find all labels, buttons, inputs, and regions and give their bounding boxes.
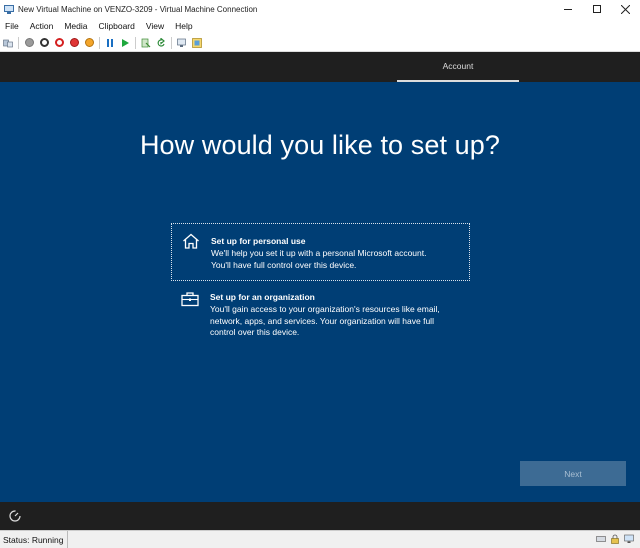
power-button[interactable] bbox=[69, 38, 79, 48]
toolbar bbox=[0, 34, 640, 52]
toolbar-separator bbox=[135, 36, 136, 49]
lock-icon bbox=[611, 534, 619, 544]
menu-media[interactable]: Media bbox=[64, 21, 87, 31]
ctrl-alt-del-button[interactable] bbox=[3, 38, 13, 48]
next-button[interactable]: Next bbox=[520, 461, 626, 486]
option-description: You'll gain access to your organization'… bbox=[210, 304, 465, 339]
option-description-line: We'll help you set it up with a personal… bbox=[211, 248, 427, 258]
title-bar: New Virtual Machine on VENZO-3209 - Virt… bbox=[0, 0, 640, 18]
tab-account: Account bbox=[397, 52, 519, 82]
enhanced-session-icon bbox=[177, 38, 186, 47]
maximize-button[interactable] bbox=[582, 0, 611, 18]
play-icon bbox=[122, 38, 129, 47]
option-description-line: You'll gain access to your organization'… bbox=[210, 304, 440, 314]
option-description: We'll help you set it up with a personal… bbox=[211, 248, 466, 271]
turn-off-icon bbox=[39, 38, 49, 47]
menu-bar: File Action Media Clipboard View Help bbox=[0, 18, 640, 34]
status-bar: Status: Running bbox=[0, 530, 640, 548]
oobe-panel: How would you like to set up? Set up for… bbox=[0, 82, 640, 502]
checkpoint-icon bbox=[141, 38, 151, 47]
pause-button[interactable] bbox=[105, 38, 115, 48]
close-button[interactable] bbox=[611, 0, 640, 18]
option-description-line: network, apps, and services. Your organi… bbox=[210, 315, 434, 326]
shut-down-button[interactable] bbox=[54, 38, 64, 48]
turn-off-button[interactable] bbox=[39, 38, 49, 48]
window-title: New Virtual Machine on VENZO-3209 - Virt… bbox=[18, 4, 258, 14]
status-icons bbox=[592, 534, 634, 544]
menu-help[interactable]: Help bbox=[175, 21, 192, 31]
menu-action[interactable]: Action bbox=[30, 21, 54, 31]
option-description-line: You'll have full control over this devic… bbox=[211, 259, 357, 270]
ctrl-alt-del-icon bbox=[3, 39, 13, 47]
option-title: Set up for an organization bbox=[210, 292, 315, 302]
oobe-top-bar: Account bbox=[0, 52, 640, 82]
close-icon bbox=[621, 4, 630, 14]
power-icon bbox=[69, 38, 79, 47]
reset-button[interactable] bbox=[84, 38, 94, 48]
resume-button[interactable] bbox=[120, 38, 130, 48]
menu-clipboard[interactable]: Clipboard bbox=[98, 21, 134, 31]
briefcase-icon bbox=[181, 292, 199, 307]
checkpoint-button[interactable] bbox=[141, 38, 151, 48]
status-text: Status: Running bbox=[0, 530, 69, 548]
enhanced-session-button[interactable] bbox=[177, 38, 187, 48]
window-controls bbox=[553, 0, 640, 18]
option-organization[interactable]: Set up for an organization You'll gain a… bbox=[171, 282, 470, 344]
vm-connection-icon bbox=[4, 4, 14, 14]
monitor-icon bbox=[624, 534, 634, 543]
start-button[interactable] bbox=[24, 38, 34, 48]
maximize-icon bbox=[592, 5, 601, 13]
share-button[interactable] bbox=[192, 37, 202, 48]
revert-button[interactable] bbox=[156, 37, 166, 48]
pause-icon bbox=[107, 38, 113, 47]
share-icon bbox=[192, 37, 202, 48]
option-title: Set up for personal use bbox=[211, 236, 306, 246]
minimize-icon bbox=[563, 8, 572, 10]
oobe-bottom-bar bbox=[0, 502, 640, 530]
option-personal-use[interactable]: Set up for personal use We'll help you s… bbox=[171, 223, 470, 281]
home-icon bbox=[183, 233, 199, 249]
page-title: How would you like to set up? bbox=[139, 130, 501, 160]
toolbar-separator bbox=[18, 36, 19, 49]
shut-down-icon bbox=[54, 38, 64, 47]
reset-icon bbox=[84, 38, 94, 47]
start-icon bbox=[24, 38, 34, 47]
toolbar-separator bbox=[171, 36, 172, 49]
keyboard-icon bbox=[596, 536, 606, 542]
accessibility-icon[interactable] bbox=[8, 509, 22, 523]
menu-file[interactable]: File bbox=[5, 21, 19, 31]
minimize-button[interactable] bbox=[553, 0, 582, 18]
option-description-line: control over this device. bbox=[210, 327, 300, 337]
menu-view[interactable]: View bbox=[146, 21, 164, 31]
revert-icon bbox=[157, 37, 165, 47]
toolbar-separator bbox=[99, 36, 100, 49]
